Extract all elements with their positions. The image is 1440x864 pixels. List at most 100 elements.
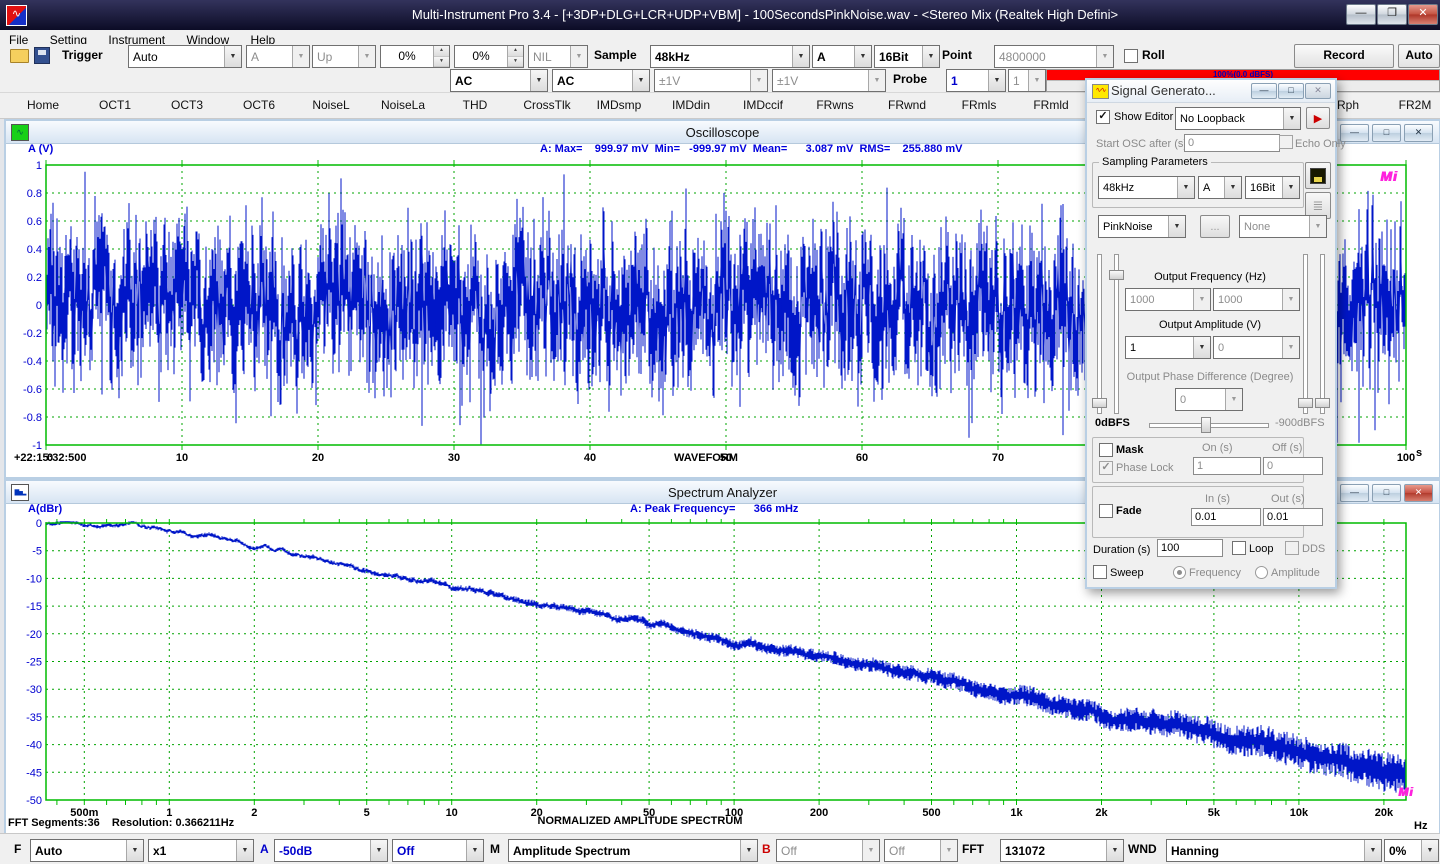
- svg-text:-15: -15: [26, 601, 42, 613]
- close-button[interactable]: ✕: [1404, 484, 1433, 502]
- mask-checkbox[interactable]: [1099, 443, 1113, 457]
- fade-checkbox[interactable]: [1099, 504, 1113, 518]
- trigger-frequency-select[interactable]: NIL▼: [528, 45, 588, 68]
- echo-only-checkbox[interactable]: [1279, 135, 1293, 149]
- dbfs-slider-handle[interactable]: [1201, 417, 1211, 433]
- sample-bits-select[interactable]: 16Bit▼: [874, 45, 940, 68]
- coupling-a-select[interactable]: AC▼: [450, 69, 548, 92]
- a-reference-select[interactable]: Off▼: [392, 839, 484, 862]
- duration-input[interactable]: 100: [1157, 539, 1223, 557]
- tab-imddin[interactable]: IMDdin: [672, 98, 710, 112]
- trigger-edge-select[interactable]: Up▼: [312, 45, 376, 68]
- frequency-a-select[interactable]: 1000▼: [1125, 288, 1211, 311]
- more-button[interactable]: ...: [1200, 215, 1230, 238]
- waveform-select[interactable]: PinkNoise▼: [1098, 215, 1186, 238]
- close-button[interactable]: ✕: [1305, 83, 1331, 99]
- roll-checkbox[interactable]: [1124, 49, 1138, 63]
- tab-oct3[interactable]: OCT3: [171, 98, 203, 112]
- tab-home[interactable]: Home: [27, 98, 59, 112]
- tab-oct1[interactable]: OCT1: [99, 98, 131, 112]
- sweep-amplitude-radio[interactable]: [1255, 566, 1268, 579]
- trigger-source-select[interactable]: A▼: [246, 45, 310, 68]
- output-slider-handle-a[interactable]: [1092, 398, 1107, 408]
- sweep-frequency-radio[interactable]: [1173, 566, 1186, 579]
- fft-size-select[interactable]: 131072▼: [1000, 839, 1124, 862]
- sample-rate-select[interactable]: 48kHz▼: [650, 45, 810, 68]
- signal-generator-title-bar[interactable]: ∿∿ Signal Generato... — □ ✕: [1087, 80, 1335, 103]
- window-function-select[interactable]: Hanning▼: [1166, 839, 1382, 862]
- tab-crosstlk[interactable]: CrossTlk: [523, 98, 570, 112]
- output-fine-slider-b[interactable]: [1303, 254, 1308, 414]
- display-mode-select[interactable]: Amplitude Spectrum▼: [508, 839, 758, 862]
- generator-channel-select[interactable]: A▼: [1198, 176, 1242, 199]
- output-slider-track-b[interactable]: [1320, 254, 1325, 414]
- coupling-b-select[interactable]: AC▼: [552, 69, 650, 92]
- svg-text:-25: -25: [26, 657, 42, 669]
- generator-bits-select[interactable]: 16Bit▼: [1245, 176, 1300, 199]
- sweep-checkbox[interactable]: [1093, 565, 1107, 579]
- phase-select[interactable]: 0▼: [1175, 388, 1243, 411]
- range-b-select[interactable]: ±1V▼: [772, 69, 886, 92]
- tab-frwnd[interactable]: FRwnd: [888, 98, 926, 112]
- frequency-axis-select[interactable]: Auto▼: [30, 839, 144, 862]
- tab-noisela[interactable]: NoiseLa: [381, 98, 425, 112]
- record-button[interactable]: Record: [1294, 44, 1394, 68]
- amplitude-a-select[interactable]: 1▼: [1125, 336, 1211, 359]
- close-button[interactable]: ✕: [1404, 124, 1433, 142]
- save-icon[interactable]: [34, 47, 50, 64]
- minimize-button[interactable]: —: [1340, 484, 1369, 502]
- trigger-mode-select[interactable]: Auto▼: [128, 45, 242, 68]
- amplitude-b-select[interactable]: 0▼: [1213, 336, 1300, 359]
- restore-button[interactable]: □: [1372, 484, 1401, 502]
- tab-oct6[interactable]: OCT6: [243, 98, 275, 112]
- auto-button[interactable]: Auto: [1398, 44, 1440, 68]
- restore-button[interactable]: □: [1278, 83, 1304, 99]
- trigger-level-spinner[interactable]: 0%▲▼: [380, 45, 450, 68]
- probe-a-select[interactable]: 1▼: [946, 69, 1006, 92]
- loopback-select[interactable]: No Loopback▼: [1175, 107, 1301, 130]
- tab-imdsmp[interactable]: IMDsmp: [597, 98, 642, 112]
- tab-rph[interactable]: Rph: [1337, 98, 1359, 112]
- zoom-factor-select[interactable]: x1▼: [148, 839, 254, 862]
- overlap-select[interactable]: 0%▼: [1384, 839, 1439, 862]
- tab-frmls[interactable]: FRmls: [962, 98, 997, 112]
- modulation-select[interactable]: None▼: [1239, 215, 1327, 238]
- b-reference-select[interactable]: Off▼: [884, 839, 958, 862]
- mask-off-input[interactable]: 0: [1263, 457, 1323, 475]
- phase-lock-checkbox[interactable]: ✓: [1099, 461, 1113, 475]
- range-a-select[interactable]: ±1V▼: [654, 69, 768, 92]
- a-range-select[interactable]: -50dB▼: [274, 839, 388, 862]
- fade-in-input[interactable]: 0.01: [1191, 508, 1261, 526]
- sample-channel-select[interactable]: A▼: [812, 45, 872, 68]
- show-editor-checkbox[interactable]: ✓: [1096, 110, 1110, 124]
- close-button[interactable]: ✕: [1408, 4, 1438, 25]
- start-osc-input[interactable]: 0: [1184, 134, 1280, 152]
- output-fine-handle-b[interactable]: [1298, 398, 1313, 408]
- tab-thd[interactable]: THD: [463, 98, 488, 112]
- loop-checkbox[interactable]: [1232, 541, 1246, 555]
- fade-out-input[interactable]: 0.01: [1263, 508, 1323, 526]
- generator-start-button[interactable]: ▶: [1306, 107, 1330, 129]
- tab-frmld[interactable]: FRmld: [1033, 98, 1068, 112]
- tab-noisel[interactable]: NoiseL: [312, 98, 349, 112]
- frequency-b-select[interactable]: 1000▼: [1213, 288, 1300, 311]
- point-count-select[interactable]: 4800000▼: [994, 45, 1114, 68]
- save-signal-button[interactable]: [1305, 162, 1331, 189]
- output-slider-track-a[interactable]: [1097, 254, 1102, 414]
- dds-checkbox[interactable]: [1285, 541, 1299, 555]
- output-fine-handle-a[interactable]: [1109, 270, 1124, 280]
- minimize-button[interactable]: —: [1346, 4, 1376, 25]
- tab-imdccif[interactable]: IMDccif: [743, 98, 783, 112]
- generator-rate-select[interactable]: 48kHz▼: [1098, 176, 1195, 199]
- minimize-button[interactable]: —: [1251, 83, 1277, 99]
- mask-on-input[interactable]: 1: [1193, 457, 1261, 475]
- b-range-select[interactable]: Off▼: [776, 839, 880, 862]
- open-file-icon[interactable]: [10, 49, 29, 63]
- probe-b-select[interactable]: 1▼: [1008, 69, 1046, 92]
- maximize-button[interactable]: ❐: [1377, 4, 1407, 25]
- tab-frwns[interactable]: FRwns: [816, 98, 853, 112]
- trigger-delay-spinner[interactable]: 0%▲▼: [454, 45, 524, 68]
- output-slider-handle-b[interactable]: [1315, 398, 1330, 408]
- tab-fr2m[interactable]: FR2M: [1399, 98, 1432, 112]
- restore-button[interactable]: □: [1372, 124, 1401, 142]
